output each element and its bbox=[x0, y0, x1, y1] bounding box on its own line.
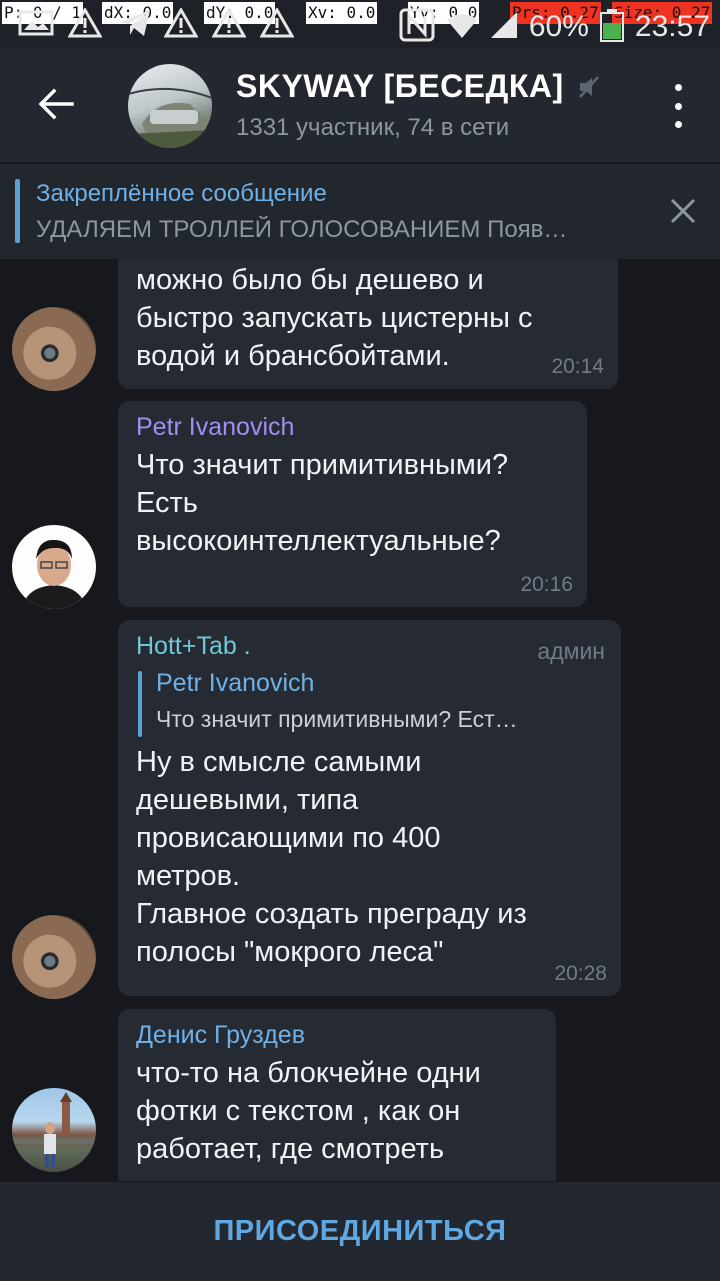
message-bubble[interactable]: можно было бы дешево и быстро запускать … bbox=[118, 259, 618, 389]
message-text: Что значит примитивными? Есть высокоинте… bbox=[136, 449, 509, 557]
sender-name[interactable]: Petr Ivanovich bbox=[136, 413, 569, 442]
telegram-notification-icon bbox=[118, 8, 152, 42]
join-bar: ПРИСОЕДИНИТЬСЯ bbox=[0, 1181, 720, 1281]
image-notification-icon bbox=[18, 8, 54, 42]
signal-icon bbox=[489, 10, 519, 44]
avatar[interactable] bbox=[12, 307, 96, 391]
avatar[interactable] bbox=[12, 915, 96, 999]
message-bubble[interactable]: Hott+Tab . админ Petr Ivanovich Что знач… bbox=[118, 620, 621, 996]
muted-speaker-icon bbox=[578, 75, 599, 98]
reply-quote[interactable]: Petr Ivanovich Что значит примитивными? … bbox=[138, 669, 603, 737]
sender-name[interactable]: Hott+Tab . bbox=[136, 632, 603, 661]
avatar[interactable] bbox=[12, 1088, 96, 1172]
reply-accent-bar bbox=[138, 671, 142, 737]
message-time: 20:16 bbox=[520, 573, 573, 596]
chat-title[interactable]: SKYWAY [БЕСЕДКА] bbox=[236, 68, 600, 105]
debug-xv: Xv: 0.0 bbox=[306, 2, 378, 24]
pinned-text: УДАЛЯЕМ ТРОЛЛЕЙ ГОЛОСОВАНИЕМ Появ… bbox=[36, 216, 568, 243]
pinned-close-button[interactable] bbox=[668, 196, 698, 226]
chat-header: SKYWAY [БЕСЕДКА] 1331 участник, 74 в сет… bbox=[0, 48, 720, 162]
avatar[interactable] bbox=[12, 525, 96, 609]
status-bar: P: 0 / 1 dX: 0.0 dY: 0.0 Xv: 0.0 Yv: 0.0… bbox=[0, 0, 720, 48]
message-bubble[interactable]: Petr Ivanovich Что значит примитивными? … bbox=[118, 401, 587, 607]
battery-percentage: 60% bbox=[528, 10, 589, 43]
nfc-icon bbox=[399, 8, 435, 46]
clock: 23:57 bbox=[634, 10, 710, 43]
battery-icon bbox=[599, 8, 625, 46]
warning-icon bbox=[67, 6, 103, 42]
reply-text: Что значит примитивными? Ест… bbox=[156, 706, 518, 732]
message-text: можно было бы дешево и быстро запускать … bbox=[136, 264, 533, 372]
message-bubble[interactable]: Денис Груздев что-то на блокчейне одни ф… bbox=[118, 1009, 556, 1181]
back-button[interactable] bbox=[30, 78, 82, 130]
reply-sender: Petr Ivanovich bbox=[156, 669, 315, 697]
warning-icon bbox=[211, 6, 247, 42]
pinned-message[interactable]: Закреплённое сообщение УДАЛЯЕМ ТРОЛЛЕЙ Г… bbox=[0, 163, 720, 260]
message-list[interactable]: можно было бы дешево и быстро запускать … bbox=[0, 259, 720, 1181]
join-button[interactable]: ПРИСОЕДИНИТЬСЯ bbox=[213, 1215, 506, 1248]
pinned-accent-bar bbox=[15, 179, 20, 243]
member-count: 1331 участник, 74 в сети bbox=[236, 114, 510, 141]
arrow-left-icon bbox=[38, 88, 74, 120]
message-text: что-то на блокчейне одни фотки с текстом… bbox=[136, 1057, 481, 1165]
more-menu-button[interactable] bbox=[666, 84, 690, 128]
chat-avatar[interactable] bbox=[128, 64, 212, 148]
pinned-title: Закреплённое сообщение bbox=[36, 180, 327, 207]
admin-badge: админ bbox=[537, 638, 605, 664]
chat-title-text: SKYWAY [БЕСЕДКА] bbox=[236, 68, 564, 104]
sender-name[interactable]: Денис Груздев bbox=[136, 1021, 538, 1050]
message-time: 20:14 bbox=[551, 355, 604, 378]
warning-icon bbox=[259, 6, 295, 42]
more-vertical-icon bbox=[674, 84, 682, 91]
wifi-icon bbox=[445, 10, 479, 44]
message-time: 20:28 bbox=[554, 962, 607, 985]
message-text: Ну в смысле самыми дешевыми, типа провис… bbox=[136, 746, 527, 968]
warning-icon bbox=[163, 6, 199, 42]
close-icon bbox=[670, 198, 696, 224]
